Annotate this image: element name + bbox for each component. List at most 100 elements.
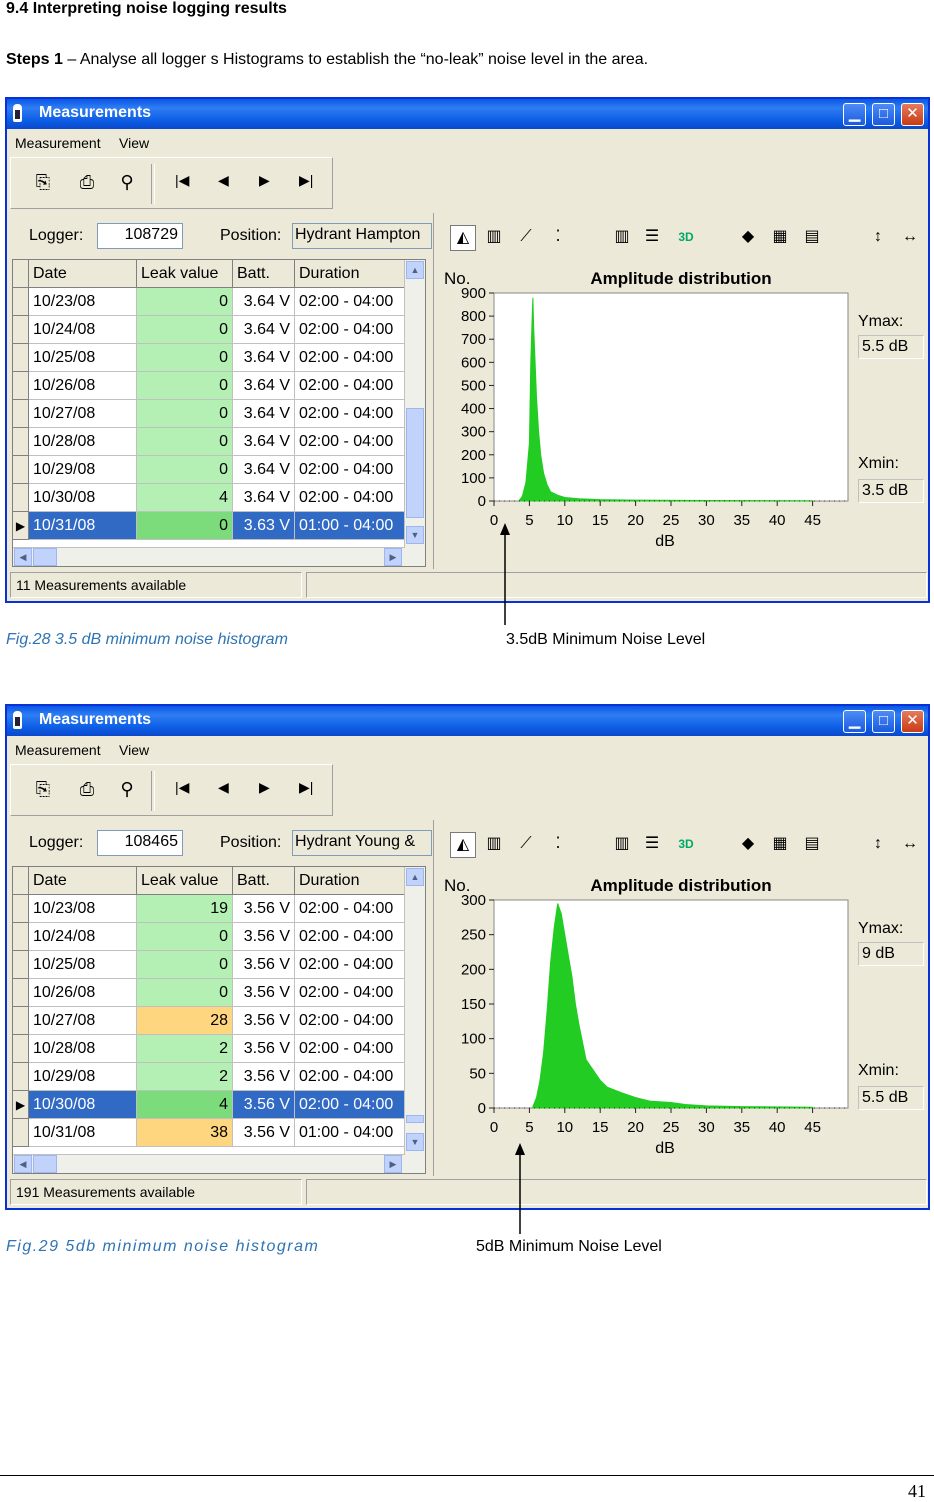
column-header[interactable]: Batt. bbox=[233, 260, 295, 288]
print-icon[interactable]: ⎙ bbox=[75, 170, 99, 194]
3d-icon[interactable]: 3D bbox=[674, 225, 698, 249]
scroll-left-icon[interactable]: ◀ bbox=[14, 548, 32, 566]
table-row[interactable]: 10/31/08 38 3.56 V 01:00 - 04:00 bbox=[13, 1119, 405, 1147]
position-field[interactable]: Hydrant Hampton bbox=[292, 223, 432, 249]
column-header[interactable]: Leak value bbox=[137, 260, 233, 288]
logger-field[interactable]: 108465 bbox=[97, 830, 183, 856]
bar-chart-icon[interactable]: ▥ bbox=[482, 832, 506, 856]
table-row[interactable]: 10/29/08 0 3.64 V 02:00 - 04:00 bbox=[13, 456, 405, 484]
horizontal-scrollbar[interactable]: ◀ ▶ bbox=[13, 1154, 405, 1173]
export-report-icon[interactable]: ▤ bbox=[800, 225, 824, 249]
title-bar[interactable]: Measurements ▁ □ ✕ bbox=[7, 706, 928, 736]
last-record-icon[interactable]: ▶| bbox=[299, 779, 313, 796]
table-row[interactable]: 10/26/08 0 3.64 V 02:00 - 04:00 bbox=[13, 372, 405, 400]
vertical-grid-icon[interactable]: ▥ bbox=[610, 225, 634, 249]
first-record-icon[interactable]: |◀ bbox=[175, 779, 189, 796]
table-row[interactable]: 10/27/08 0 3.64 V 02:00 - 04:00 bbox=[13, 400, 405, 428]
horizontal-grid-icon[interactable]: ☰ bbox=[640, 832, 664, 856]
column-header[interactable]: Duration bbox=[295, 260, 405, 288]
close-button[interactable]: ✕ bbox=[901, 103, 924, 126]
horizontal-scrollbar[interactable]: ◀ ▶ bbox=[13, 547, 405, 566]
menu-measurement[interactable]: Measurement bbox=[15, 135, 101, 151]
export-pdf-icon[interactable]: ⎘ bbox=[31, 170, 55, 194]
line-chart-icon[interactable]: ⟋ bbox=[514, 832, 538, 856]
table-row[interactable]: ▶ 10/30/08 4 3.56 V 02:00 - 04:00 bbox=[13, 1091, 405, 1119]
table-row[interactable]: 10/25/08 0 3.64 V 02:00 - 04:00 bbox=[13, 344, 405, 372]
table-row[interactable]: 10/30/08 4 3.64 V 02:00 - 04:00 bbox=[13, 484, 405, 512]
table-row[interactable]: 10/27/08 28 3.56 V 02:00 - 04:00 bbox=[13, 1007, 405, 1035]
title-bar[interactable]: Measurements ▁ □ ✕ bbox=[7, 99, 928, 129]
bar-chart-icon[interactable]: ▥ bbox=[482, 225, 506, 249]
export-table-icon[interactable]: ▦ bbox=[768, 832, 792, 856]
scroll-left-icon[interactable]: ◀ bbox=[14, 1155, 32, 1173]
column-header[interactable]: Batt. bbox=[233, 867, 295, 895]
maximize-button[interactable]: □ bbox=[872, 710, 895, 733]
scroll-thumb[interactable] bbox=[406, 1115, 424, 1123]
maximize-button[interactable]: □ bbox=[872, 103, 895, 126]
export-table-icon[interactable]: ▦ bbox=[768, 225, 792, 249]
horizontal-grid-icon[interactable]: ☰ bbox=[640, 225, 664, 249]
vertical-scrollbar[interactable]: ▲ ▼ bbox=[404, 867, 425, 1173]
vertical-scale-icon[interactable]: ↕ bbox=[866, 225, 890, 249]
scroll-thumb[interactable] bbox=[33, 548, 57, 566]
prev-record-icon[interactable]: ◀ bbox=[218, 779, 229, 796]
x-tick-label: 5 bbox=[525, 512, 533, 529]
menu-view[interactable]: View bbox=[119, 742, 149, 758]
table-row[interactable]: 10/23/08 0 3.64 V 02:00 - 04:00 bbox=[13, 288, 405, 316]
scroll-right-icon[interactable]: ▶ bbox=[384, 1155, 402, 1173]
menu-measurement[interactable]: Measurement bbox=[15, 742, 101, 758]
close-button[interactable]: ✕ bbox=[901, 710, 924, 733]
cell-batt: 3.56 V bbox=[233, 979, 295, 1007]
vertical-scale-icon[interactable]: ↕ bbox=[866, 832, 890, 856]
export-pdf-icon[interactable]: ⎘ bbox=[31, 777, 55, 801]
cell-date: 10/27/08 bbox=[29, 1007, 137, 1035]
next-record-icon[interactable]: ▶ bbox=[259, 779, 270, 796]
area-chart-icon[interactable]: ◭ bbox=[450, 225, 476, 251]
next-record-icon[interactable]: ▶ bbox=[259, 172, 270, 189]
scatter-chart-icon[interactable]: ⁚ bbox=[546, 225, 570, 249]
table-row[interactable]: 10/23/08 19 3.56 V 02:00 - 04:00 bbox=[13, 895, 405, 923]
print-icon[interactable]: ⎙ bbox=[75, 777, 99, 801]
column-header[interactable]: Duration bbox=[295, 867, 405, 895]
table-row[interactable]: ▶ 10/31/08 0 3.63 V 01:00 - 04:00 bbox=[13, 512, 405, 540]
table-row[interactable]: 10/24/08 0 3.56 V 02:00 - 04:00 bbox=[13, 923, 405, 951]
vertical-grid-icon[interactable]: ▥ bbox=[610, 832, 634, 856]
export-chart-icon[interactable]: ◆ bbox=[736, 225, 760, 249]
scroll-thumb[interactable] bbox=[33, 1155, 57, 1173]
minimize-button[interactable]: ▁ bbox=[843, 103, 866, 126]
last-record-icon[interactable]: ▶| bbox=[299, 172, 313, 189]
table-row[interactable]: 10/25/08 0 3.56 V 02:00 - 04:00 bbox=[13, 951, 405, 979]
column-header[interactable]: Date bbox=[29, 260, 137, 288]
scroll-up-icon[interactable]: ▲ bbox=[406, 261, 424, 279]
table-row[interactable]: 10/28/08 0 3.64 V 02:00 - 04:00 bbox=[13, 428, 405, 456]
3d-icon[interactable]: 3D bbox=[674, 832, 698, 856]
prev-record-icon[interactable]: ◀ bbox=[218, 172, 229, 189]
scroll-up-icon[interactable]: ▲ bbox=[406, 868, 424, 886]
horizontal-scale-icon[interactable]: ↔ bbox=[898, 225, 922, 249]
scroll-right-icon[interactable]: ▶ bbox=[384, 548, 402, 566]
zoom-icon[interactable]: ⚲ bbox=[115, 170, 139, 194]
column-header[interactable]: Leak value bbox=[137, 867, 233, 895]
table-row[interactable]: 10/24/08 0 3.64 V 02:00 - 04:00 bbox=[13, 316, 405, 344]
area-chart-icon[interactable]: ◭ bbox=[450, 832, 476, 858]
logger-field[interactable]: 108729 bbox=[97, 223, 183, 249]
column-header[interactable]: Date bbox=[29, 867, 137, 895]
scroll-down-icon[interactable]: ▼ bbox=[406, 1133, 424, 1151]
export-report-icon[interactable]: ▤ bbox=[800, 832, 824, 856]
position-field[interactable]: Hydrant Young & bbox=[292, 830, 432, 856]
cell-duration: 02:00 - 04:00 bbox=[295, 316, 405, 344]
zoom-icon[interactable]: ⚲ bbox=[115, 777, 139, 801]
minimize-button[interactable]: ▁ bbox=[843, 710, 866, 733]
table-row[interactable]: 10/29/08 2 3.56 V 02:00 - 04:00 bbox=[13, 1063, 405, 1091]
scroll-thumb[interactable] bbox=[406, 408, 424, 518]
scatter-chart-icon[interactable]: ⁚ bbox=[546, 832, 570, 856]
scroll-down-icon[interactable]: ▼ bbox=[406, 526, 424, 544]
first-record-icon[interactable]: |◀ bbox=[175, 172, 189, 189]
horizontal-scale-icon[interactable]: ↔ bbox=[898, 832, 922, 856]
line-chart-icon[interactable]: ⟋ bbox=[514, 225, 538, 249]
vertical-scrollbar[interactable]: ▲ ▼ bbox=[404, 260, 425, 566]
menu-view[interactable]: View bbox=[119, 135, 149, 151]
export-chart-icon[interactable]: ◆ bbox=[736, 832, 760, 856]
table-row[interactable]: 10/26/08 0 3.56 V 02:00 - 04:00 bbox=[13, 979, 405, 1007]
table-row[interactable]: 10/28/08 2 3.56 V 02:00 - 04:00 bbox=[13, 1035, 405, 1063]
